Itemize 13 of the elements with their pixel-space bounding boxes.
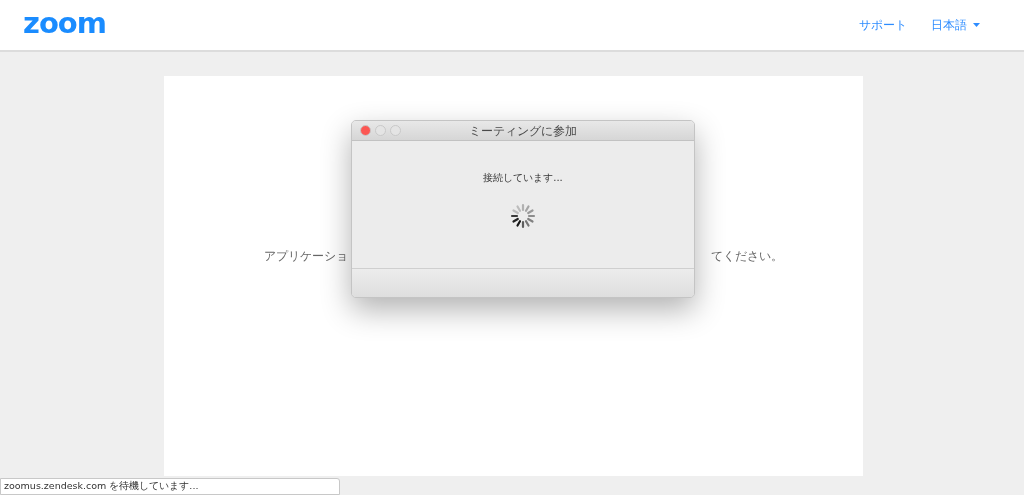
support-link[interactable]: サポート — [859, 16, 907, 34]
message-text: てください。 — [711, 249, 783, 264]
minimize-button[interactable] — [375, 125, 386, 136]
zoom-logo[interactable]: zoom — [23, 8, 106, 38]
loading-spinner-icon — [510, 203, 536, 229]
zoom-button[interactable] — [390, 125, 401, 136]
message-text: アプリケーショ — [264, 249, 348, 264]
language-dropdown[interactable]: 日本語 — [931, 16, 980, 34]
connecting-text: 接続しています... — [483, 171, 563, 185]
caret-icon — [973, 23, 980, 27]
status-bar: zoomus.zendesk.com を待機しています... — [0, 478, 340, 495]
close-button[interactable] — [360, 125, 371, 136]
dialog-title: ミーティングに参加 — [469, 123, 577, 138]
